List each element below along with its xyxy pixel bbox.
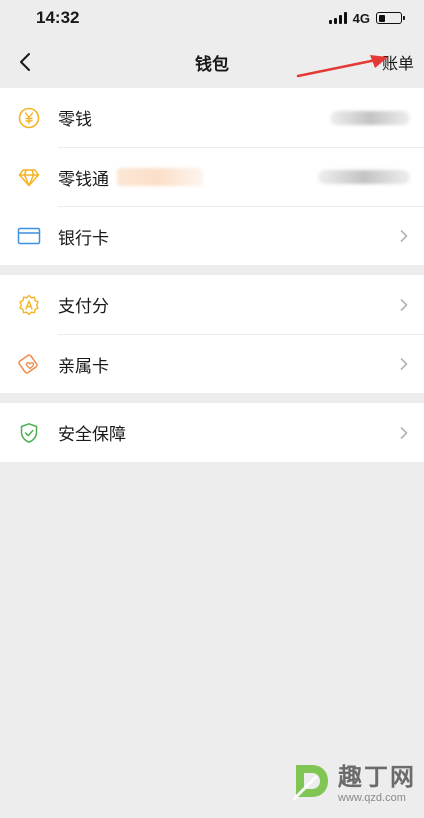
list-item-change[interactable]: 零钱 — [0, 88, 424, 147]
network-type: 4G — [352, 10, 370, 26]
wallet-group-services: 支付分 亲属卡 — [0, 275, 424, 393]
wallet-group-balance: 零钱 零钱通 银行卡 — [0, 88, 424, 265]
back-arrow-icon[interactable] — [14, 50, 38, 74]
status-indicators: 4G — [328, 10, 405, 26]
list-item-label: 零钱通 — [58, 169, 109, 189]
wallet-group-security: 安全保障 — [0, 403, 424, 462]
diamond-icon — [18, 168, 40, 186]
status-time: 14:32 — [36, 8, 80, 27]
list-item-label: 亲属卡 — [58, 356, 109, 376]
list-item-change-plus[interactable]: 零钱通 — [0, 147, 424, 206]
list-item-family-card[interactable]: 亲属卡 — [0, 334, 424, 393]
watermark: 趣丁网 www.qzd.com — [290, 757, 416, 804]
chevron-right-icon — [400, 358, 408, 370]
list-item-label: 银行卡 — [58, 228, 109, 248]
chevron-right-icon — [400, 230, 408, 242]
bank-card-icon — [17, 227, 41, 244]
list-item-label: 支付分 — [58, 297, 109, 316]
list-item-label: 安全保障 — [58, 425, 126, 444]
signal-icon — [328, 12, 347, 24]
redacted-tag — [117, 168, 203, 186]
page-title: 钱包 — [195, 54, 229, 74]
watermark-text: 趣丁网 — [338, 762, 416, 791]
chevron-right-icon — [400, 298, 408, 311]
redacted-amount — [318, 170, 410, 184]
battery-icon — [376, 12, 405, 24]
pay-score-icon — [19, 294, 39, 315]
family-card-icon — [18, 353, 38, 374]
list-item-pay-score[interactable]: 支付分 — [0, 275, 424, 334]
list-item-label: 零钱 — [58, 110, 92, 129]
redacted-amount — [330, 110, 410, 125]
status-bar: 14:32 4G — [0, 0, 424, 36]
list-item-security[interactable]: 安全保障 — [0, 403, 424, 462]
watermark-logo — [292, 764, 328, 800]
annotation-arrow — [296, 55, 388, 78]
watermark-url: www.qzd.com — [338, 792, 406, 804]
chevron-right-icon — [400, 426, 408, 439]
shield-check-icon — [20, 422, 38, 443]
list-item-bank-card[interactable]: 银行卡 — [0, 206, 424, 265]
yuan-coin-icon — [18, 107, 40, 128]
